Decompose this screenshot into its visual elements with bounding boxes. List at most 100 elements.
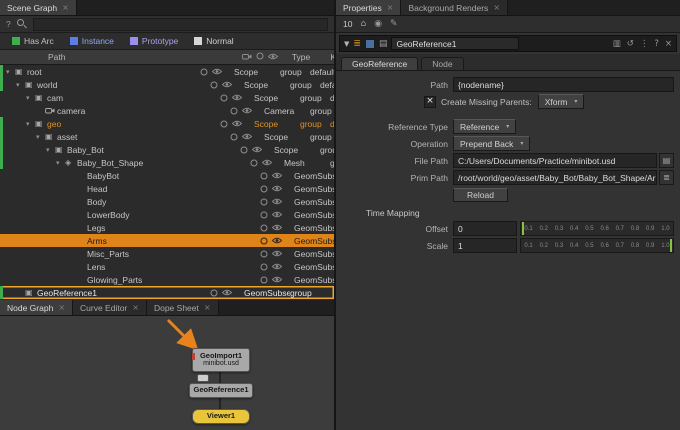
scene-graph-row-baby_bot[interactable]: ▾▣Baby_BotScopegroupdefault — [0, 143, 334, 156]
render-toggle-icon[interactable] — [230, 107, 238, 115]
scale-input[interactable]: 1 — [453, 238, 517, 253]
visibility-eye-icon[interactable] — [272, 250, 282, 257]
graph-node-geoimport1[interactable]: GeoImport1minibot.usd — [192, 348, 250, 372]
prim-path-input[interactable]: /root/world/geo/asset/Baby_Bot/Baby_Bot_… — [453, 170, 657, 185]
close-icon[interactable]: × — [204, 303, 211, 312]
file-path-input[interactable]: C:/Users/Documents/Practice/minibot.usd — [453, 153, 657, 168]
edit-icon[interactable]: ✎ — [390, 19, 398, 29]
tab-curve-editor[interactable]: Curve Editor× — [73, 300, 147, 315]
param-tab-node[interactable]: Node — [421, 57, 463, 70]
visibility-eye-icon[interactable] — [272, 198, 282, 205]
scene-graph-row-camera[interactable]: cameraCameragroupdefault — [0, 104, 334, 117]
scene-graph-row-glowing_parts[interactable]: Glowing_PartsGeomSubsetgroup — [0, 273, 334, 286]
visibility-eye-icon[interactable] — [272, 185, 282, 192]
scene-graph-row-asset[interactable]: ▾▣assetScopegroupdefault — [0, 130, 334, 143]
expander-icon[interactable]: ▾ — [26, 94, 35, 102]
visibility-eye-icon[interactable] — [212, 68, 222, 75]
render-toggle-icon[interactable] — [220, 120, 228, 128]
visibility-eye-icon[interactable] — [242, 107, 252, 114]
operation-dropdown[interactable]: Prepend Back ▾ — [453, 136, 530, 151]
layout-icon[interactable]: ▥ — [613, 39, 621, 49]
render-toggle-icon[interactable] — [240, 146, 248, 154]
scale-tick-strip[interactable]: 0.10.20.30.40.50.60.70.80.91.0 — [520, 238, 674, 253]
scene-graph-row-geo[interactable]: ▾▣geoScopegroupdefault — [0, 117, 334, 130]
scene-graph-row-world[interactable]: ▾▣worldScopegroupdefault — [0, 78, 334, 91]
expander-icon[interactable]: ▾ — [26, 120, 35, 128]
home-icon[interactable]: ⌂ — [360, 19, 366, 29]
visibility-eye-icon[interactable] — [222, 81, 232, 88]
render-toggle-icon[interactable] — [260, 237, 268, 245]
tab-properties[interactable]: Properties× — [336, 0, 401, 15]
scene-graph-row-legs[interactable]: LegsGeomSubsetgroup — [0, 221, 334, 234]
browse-folder-icon[interactable]: ▤ — [659, 153, 674, 168]
render-toggle-icon[interactable] — [200, 68, 208, 76]
expander-icon[interactable]: ▾ — [36, 133, 45, 141]
visibility-eye-icon[interactable] — [232, 94, 242, 101]
teleparam-icon[interactable]: ▤ — [379, 39, 388, 49]
tab-node-graph[interactable]: Node Graph× — [0, 300, 73, 315]
render-toggle-icon[interactable] — [220, 94, 228, 102]
column-path[interactable]: Path — [0, 52, 242, 62]
tab-background-renders[interactable]: Background Renders× — [401, 0, 508, 15]
scene-graph-row-babybot[interactable]: BabyBotGeomSubsetgroup — [0, 169, 334, 182]
visibility-eye-icon[interactable] — [272, 211, 282, 218]
render-toggle-icon[interactable] — [260, 172, 268, 180]
reload-button[interactable]: Reload — [453, 188, 508, 202]
param-tab-georeference[interactable]: GeoReference — [341, 57, 418, 70]
eye-column-icon[interactable] — [268, 52, 278, 62]
scene-graph-row-lens[interactable]: LensGeomSubsetgroup — [0, 260, 334, 273]
scene-graph-row-misc_parts[interactable]: Misc_PartsGeomSubsetgroup — [0, 247, 334, 260]
close-icon[interactable]: × — [62, 3, 69, 12]
expander-icon[interactable]: ▾ — [6, 68, 15, 76]
search-input[interactable] — [33, 18, 328, 31]
more-icon[interactable]: ⋮ — [640, 39, 649, 49]
render-toggle-icon[interactable] — [250, 159, 258, 167]
path-input[interactable]: {nodename} — [453, 77, 674, 92]
create-missing-checkbox[interactable]: × — [424, 96, 436, 108]
offset-input[interactable]: 0 — [453, 221, 517, 236]
scene-graph-row-georeference1[interactable]: ▣GeoReference1GeomSubsetgroup — [0, 286, 334, 299]
visibility-eye-icon[interactable] — [272, 172, 282, 179]
render-column-icon[interactable] — [256, 52, 264, 62]
close-icon[interactable]: × — [132, 303, 139, 312]
tab-scene-graph[interactable]: Scene Graph× — [0, 0, 77, 15]
reference-type-dropdown[interactable]: Reference ▾ — [453, 119, 516, 134]
help-icon[interactable]: ? — [6, 19, 11, 29]
create-missing-dropdown[interactable]: Xform ▾ — [538, 94, 585, 109]
offset-tick-strip[interactable]: 0.10.20.30.40.50.60.70.80.91.0 — [520, 221, 674, 236]
render-toggle-icon[interactable] — [260, 276, 268, 284]
close-icon[interactable]: × — [58, 303, 65, 312]
close-icon[interactable]: × — [665, 39, 672, 49]
scene-graph-row-root[interactable]: ▾▣rootScopegroupdefault — [0, 65, 334, 78]
render-toggle-icon[interactable] — [260, 198, 268, 206]
search-icon[interactable] — [17, 19, 27, 29]
render-toggle-icon[interactable] — [260, 185, 268, 193]
node-color-chip[interactable] — [365, 39, 375, 49]
visibility-eye-icon[interactable] — [272, 263, 282, 270]
render-toggle-icon[interactable] — [260, 250, 268, 258]
render-toggle-icon[interactable] — [260, 224, 268, 232]
visibility-eye-icon[interactable] — [232, 120, 242, 127]
camera-column-icon[interactable] — [242, 52, 252, 62]
close-icon[interactable]: × — [387, 3, 394, 12]
node-menu-icon[interactable]: ≣ — [353, 39, 361, 49]
visibility-eye-icon[interactable] — [272, 276, 282, 283]
panes-count[interactable]: 10 — [343, 19, 352, 29]
column-type[interactable]: Type — [278, 52, 324, 62]
scenegraph-pick-icon[interactable]: ≣ — [659, 170, 674, 185]
node-graph-canvas[interactable]: GeoImport1minibot.usdGeoReference1Viewer… — [0, 316, 334, 430]
node-name-field[interactable]: GeoReference1 — [391, 37, 519, 50]
expander-icon[interactable]: ▾ — [56, 159, 65, 167]
help-icon[interactable]: ? — [654, 39, 659, 49]
render-toggle-icon[interactable] — [210, 289, 218, 297]
scene-graph-row-body[interactable]: BodyGeomSubsetgroup — [0, 195, 334, 208]
render-toggle-icon[interactable] — [230, 133, 238, 141]
visibility-eye-icon[interactable] — [262, 159, 272, 166]
visibility-eye-icon[interactable] — [272, 224, 282, 231]
expander-icon[interactable]: ▾ — [16, 81, 25, 89]
render-toggle-icon[interactable] — [260, 263, 268, 271]
visibility-eye-icon[interactable] — [272, 237, 282, 244]
scene-graph-row-arms[interactable]: ArmsGeomSubsetgroup — [0, 234, 334, 247]
scene-graph-row-head[interactable]: HeadGeomSubsetgroup — [0, 182, 334, 195]
pin-icon[interactable]: ◉ — [374, 19, 382, 29]
